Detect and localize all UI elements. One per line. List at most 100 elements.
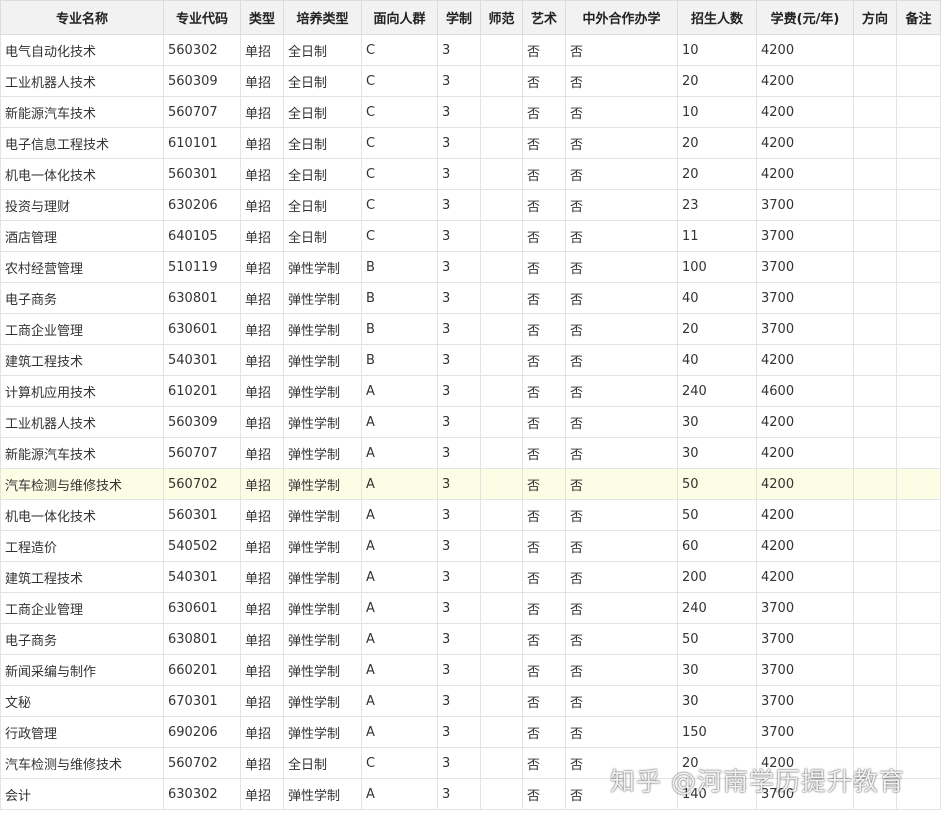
cell-enrollment: 150	[677, 716, 757, 748]
cell-tuition: 4200	[756, 406, 854, 438]
table-row: 文秘 670301 单招 弹性学制 A 3 否否 30 3700	[0, 685, 941, 717]
cell-enrollment: 10	[677, 34, 757, 66]
cell-major-name: 行政管理	[0, 716, 164, 748]
cell-training-type: 全日制	[283, 189, 362, 221]
cell-major-name: 电子商务	[0, 282, 164, 314]
cell-major-code: 540301	[163, 561, 241, 593]
table-row: 工业机器人技术 560309 单招 全日制 C 3 否否 20 4200	[0, 65, 941, 97]
cell-normal	[480, 158, 523, 190]
cell-type: 单招	[240, 127, 284, 159]
cell-normal	[480, 437, 523, 469]
table-body: 电气自动化技术 560302 单招 全日制 C 3 否否 10 4200 工业机器人技术 56030…	[0, 34, 941, 810]
cell-target-group: C	[361, 747, 438, 779]
cell-art: 否	[522, 592, 566, 624]
cell-type: 单招	[240, 685, 284, 717]
cell-training-type: 弹性学制	[283, 468, 362, 500]
cell-major-code: 560301	[163, 158, 241, 190]
cell-sino-foreign: 否	[565, 499, 678, 531]
cell-enrollment: 20	[677, 158, 757, 190]
cell-sino-foreign: 否	[565, 406, 678, 438]
cell-major-code: 560302	[163, 34, 241, 66]
cell-major-name: 投资与理财	[0, 189, 164, 221]
cell-type: 单招	[240, 468, 284, 500]
cell-target-group: A	[361, 437, 438, 469]
cell-type: 单招	[240, 282, 284, 314]
cell-normal	[480, 282, 523, 314]
cell-sino-foreign: 否	[565, 220, 678, 252]
cell-duration: 3	[437, 313, 481, 345]
cell-training-type: 弹性学制	[283, 344, 362, 376]
cell-major-name: 电子信息工程技术	[0, 127, 164, 159]
cell-normal	[480, 251, 523, 283]
table-row: 酒店管理 640105 单招 全日制 C 3 否否 11 3700	[0, 220, 941, 252]
cell-target-group: B	[361, 282, 438, 314]
cell-enrollment: 140	[677, 778, 757, 810]
cell-direction	[853, 220, 897, 252]
table-row: 工业机器人技术 560309 单招 弹性学制 A 3 否否 30 4200	[0, 406, 941, 438]
cell-type: 单招	[240, 96, 284, 128]
table-row: 工程造价 540502 单招 弹性学制 A 3 否否 60 4200	[0, 530, 941, 562]
cell-training-type: 弹性学制	[283, 716, 362, 748]
cell-remarks	[896, 251, 941, 283]
cell-sino-foreign: 否	[565, 251, 678, 283]
cell-duration: 3	[437, 747, 481, 779]
cell-training-type: 弹性学制	[283, 499, 362, 531]
cell-art: 否	[522, 34, 566, 66]
cell-art: 否	[522, 747, 566, 779]
cell-tuition: 3700	[756, 778, 854, 810]
cell-major-code: 630206	[163, 189, 241, 221]
cell-major-code: 540301	[163, 344, 241, 376]
cell-major-name: 工业机器人技术	[0, 65, 164, 97]
cell-normal	[480, 34, 523, 66]
cell-remarks	[896, 592, 941, 624]
header-major-code: 专业代码	[163, 0, 241, 35]
cell-art: 否	[522, 96, 566, 128]
table-row: 新闻采编与制作 660201 单招 弹性学制 A 3 否否 30 3700	[0, 654, 941, 686]
cell-direction	[853, 344, 897, 376]
cell-enrollment: 200	[677, 561, 757, 593]
cell-tuition: 3700	[756, 282, 854, 314]
cell-target-group: A	[361, 561, 438, 593]
cell-direction	[853, 127, 897, 159]
cell-major-code: 640105	[163, 220, 241, 252]
table-row: 工商企业管理 630601 单招 弹性学制 B 3 否否 20 3700	[0, 313, 941, 345]
cell-tuition: 4200	[756, 530, 854, 562]
cell-tuition: 4200	[756, 127, 854, 159]
cell-duration: 3	[437, 778, 481, 810]
table-row: 行政管理 690206 单招 弹性学制 A 3 否否 150 3700	[0, 716, 941, 748]
cell-type: 单招	[240, 34, 284, 66]
cell-sino-foreign: 否	[565, 778, 678, 810]
cell-direction	[853, 313, 897, 345]
cell-art: 否	[522, 158, 566, 190]
cell-remarks	[896, 437, 941, 469]
cell-normal	[480, 375, 523, 407]
cell-major-code: 560707	[163, 96, 241, 128]
header-enrollment: 招生人数	[677, 0, 757, 35]
cell-major-name: 农村经营管理	[0, 251, 164, 283]
cell-major-name: 会计	[0, 778, 164, 810]
cell-enrollment: 20	[677, 313, 757, 345]
cell-sino-foreign: 否	[565, 344, 678, 376]
cell-enrollment: 240	[677, 375, 757, 407]
cell-major-name: 机电一体化技术	[0, 158, 164, 190]
cell-training-type: 弹性学制	[283, 592, 362, 624]
cell-art: 否	[522, 778, 566, 810]
cell-art: 否	[522, 406, 566, 438]
cell-training-type: 弹性学制	[283, 654, 362, 686]
cell-enrollment: 240	[677, 592, 757, 624]
cell-normal	[480, 468, 523, 500]
cell-sino-foreign: 否	[565, 623, 678, 655]
cell-type: 单招	[240, 561, 284, 593]
cell-enrollment: 60	[677, 530, 757, 562]
cell-major-code: 690206	[163, 716, 241, 748]
cell-duration: 3	[437, 127, 481, 159]
cell-remarks	[896, 561, 941, 593]
cell-sino-foreign: 否	[565, 592, 678, 624]
cell-type: 单招	[240, 344, 284, 376]
cell-duration: 3	[437, 623, 481, 655]
cell-duration: 3	[437, 375, 481, 407]
cell-major-name: 电气自动化技术	[0, 34, 164, 66]
cell-direction	[853, 654, 897, 686]
cell-direction	[853, 34, 897, 66]
cell-tuition: 4200	[756, 34, 854, 66]
